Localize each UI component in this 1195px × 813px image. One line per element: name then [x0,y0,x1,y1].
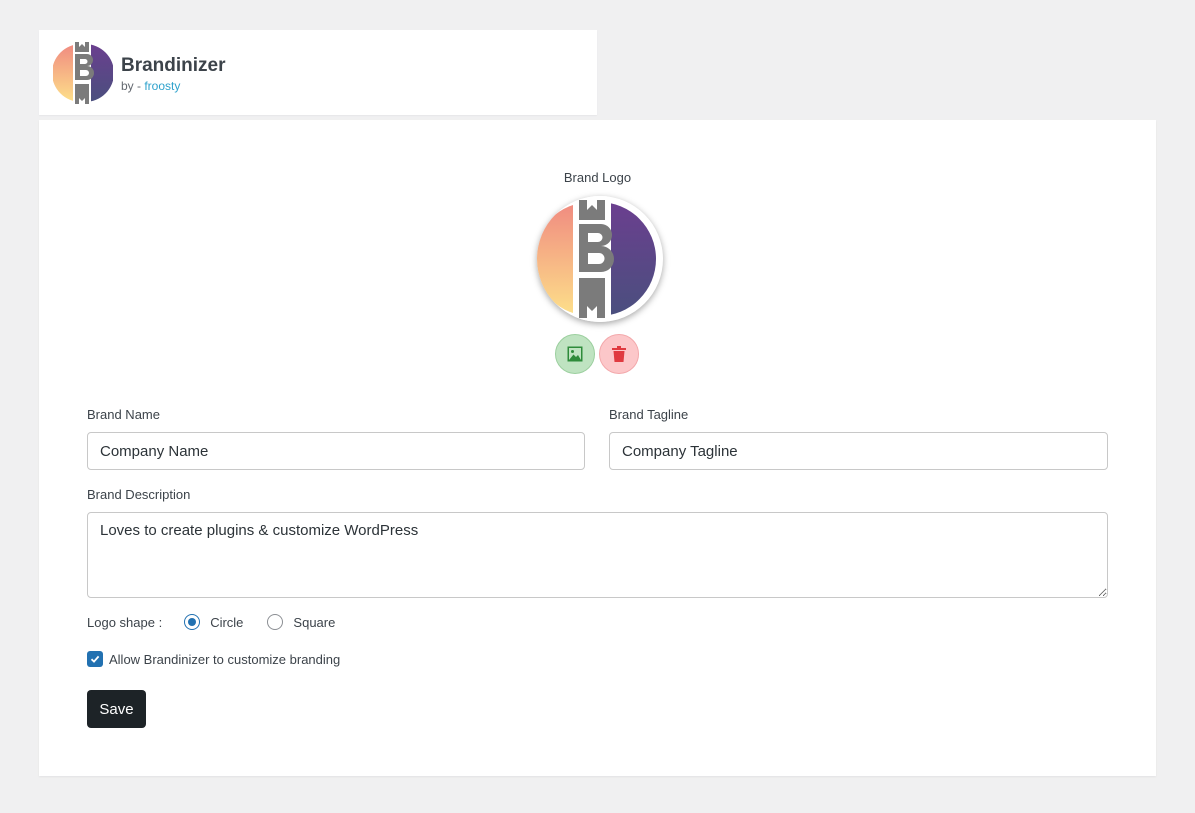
author-link[interactable]: froosty [144,79,180,93]
upload-logo-button[interactable] [555,334,595,374]
brand-logo-preview [537,196,663,322]
allow-branding-label[interactable]: Allow Brandinizer to customize branding [109,652,340,667]
allow-branding-checkbox[interactable] [87,651,103,667]
logo-shape-square-label[interactable]: Square [293,615,335,630]
logo-shape-circle-label[interactable]: Circle [210,615,243,630]
brandinizer-logo [53,42,113,104]
brand-logo-label: Brand Logo [563,170,632,185]
settings-card: Brand Logo Brand Name Company Name Brand… [39,120,1156,776]
trash-icon [612,346,626,362]
allow-branding-row: Allow Brandinizer to customize branding [87,651,340,667]
brand-name-label: Brand Name [87,407,160,422]
brand-logo-image [537,196,656,322]
checkmark-icon [90,655,100,663]
brand-description-label: Brand Description [87,487,191,502]
brand-tagline-label: Brand Tagline [609,407,689,422]
logo-shape-label: Logo shape : [87,614,163,630]
logo-shape-square-radio[interactable] [267,614,284,630]
plugin-byline: by - froosty [121,79,180,93]
logo-shape-group: Logo shape : Circle Square [87,614,335,630]
logo-shape-circle-radio[interactable] [184,614,201,630]
image-icon [567,346,583,362]
plugin-header: Brandinizer by - froosty [39,30,597,115]
save-button[interactable]: Save [87,690,146,728]
plugin-title: Brandinizer [121,55,226,76]
brand-description-textarea[interactable]: Loves to create plugins & customize Word… [87,512,1108,598]
byline-prefix: by - [121,79,145,93]
brand-name-input[interactable] [87,432,585,470]
brand-tagline-input[interactable] [609,432,1108,470]
delete-logo-button[interactable] [599,334,639,374]
